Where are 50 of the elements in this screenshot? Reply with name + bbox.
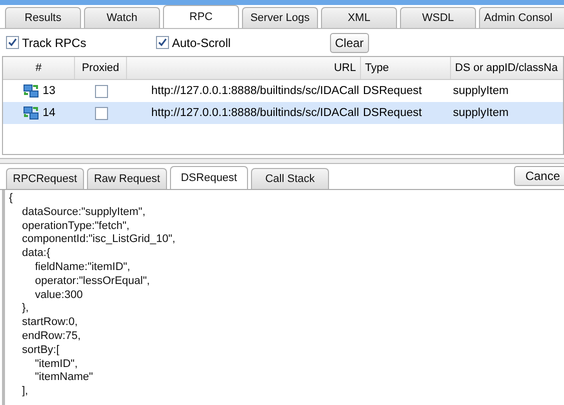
- network-computers-icon: [22, 105, 39, 121]
- tab[interactable]: Admin Consol: [479, 7, 564, 28]
- code-line: "itemID",: [35, 358, 79, 372]
- code-line: {: [9, 192, 14, 206]
- table-cell: DSRequest: [363, 107, 422, 119]
- code-line: startRow:0,: [22, 316, 79, 330]
- column-header[interactable]: DS or appID/classNa: [451, 57, 564, 79]
- code-line: data:{: [22, 247, 52, 261]
- column-header[interactable]: Proxied: [75, 57, 127, 79]
- code-line: fieldName:"itemID",: [35, 260, 132, 275]
- table-cell: supplyItem: [453, 85, 509, 97]
- network-computers-icon: [22, 83, 39, 99]
- code-line: componentId:"isc_ListGrid_10",: [22, 233, 176, 248]
- tab[interactable]: DSRequest: [170, 166, 248, 189]
- table-row[interactable]: 14 http://127.0.0.1:8888/builtinds/sc/IDACall DSRequest supplyItem: [3, 102, 563, 124]
- code-line: endRow:75,: [22, 330, 82, 344]
- code-line: "itemName": [35, 371, 94, 386]
- checkbox[interactable]: [94, 84, 108, 98]
- table-cell: http://127.0.0.1:8888/builtinds/sc/IDACall: [151, 85, 359, 97]
- tab[interactable]: RPCRequest: [6, 168, 84, 189]
- table-cell: 13: [42, 85, 56, 97]
- table-cell: DSRequest: [363, 85, 422, 97]
- tab[interactable]: Raw Request: [87, 168, 167, 189]
- column-header[interactable]: Type: [361, 57, 451, 79]
- cancel-button[interactable]: Cance: [514, 166, 564, 186]
- tab[interactable]: RPC: [163, 5, 239, 28]
- code-line: value:300: [35, 288, 84, 302]
- clear-button[interactable]: Clear: [330, 32, 369, 52]
- tab[interactable]: WSDL: [400, 7, 476, 28]
- code-line: sortBy:[: [22, 344, 60, 358]
- table-cell: http://127.0.0.1:8888/builtinds/sc/IDACall: [151, 107, 359, 119]
- checkbox-label: Track RPCs: [22, 36, 86, 50]
- checkbox[interactable]: [156, 36, 169, 49]
- code-line: },: [22, 302, 30, 316]
- checkbox[interactable]: [6, 36, 19, 49]
- tab[interactable]: Watch: [84, 7, 160, 28]
- tab[interactable]: Results: [5, 7, 81, 28]
- tab[interactable]: Call Stack: [251, 168, 329, 189]
- checkbox[interactable]: [94, 106, 108, 120]
- code-line: ],: [22, 385, 30, 399]
- code-line: operator:"lessOrEqual",: [35, 274, 151, 289]
- code-line: operationType:"fetch",: [22, 220, 130, 234]
- tab[interactable]: Server Logs: [242, 7, 318, 28]
- table-cell: 14: [42, 107, 56, 119]
- column-header[interactable]: #: [3, 57, 75, 79]
- tab[interactable]: XML: [321, 7, 397, 28]
- code-line: dataSource:"supplyItem",: [22, 206, 146, 220]
- table-cell: supplyItem: [453, 107, 509, 119]
- column-header[interactable]: URL: [127, 57, 361, 79]
- checkbox-label: Auto-Scroll: [172, 36, 231, 50]
